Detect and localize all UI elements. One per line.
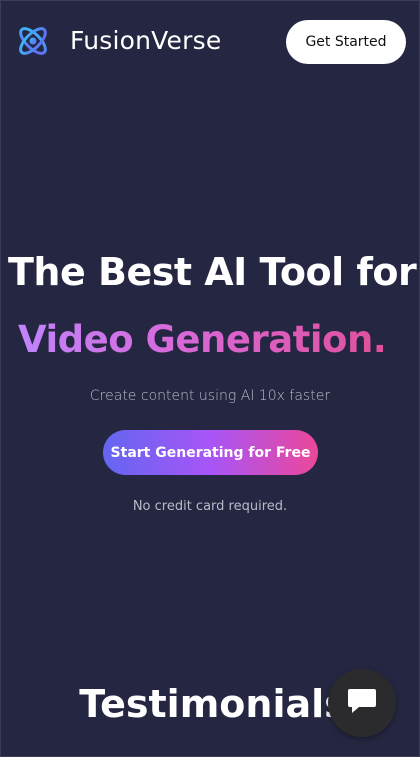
hero-subtitle: Create content using AI 10x faster — [89, 388, 331, 404]
site-header: FusionVerse Get Started — [0, 0, 420, 84]
chat-bubble-icon — [346, 686, 378, 721]
hero-title: The Best AI Tool for — [8, 250, 417, 294]
no-credit-card-note: No credit card required. — [132, 499, 288, 514]
start-generating-button[interactable]: Start Generating for Free — [103, 430, 318, 475]
get-started-button[interactable]: Get Started — [286, 20, 406, 64]
hero-title-highlight: Video Generation. — [18, 316, 387, 364]
brand-name[interactable]: FusionVerse — [70, 26, 221, 56]
atom-orbit-icon[interactable] — [14, 22, 52, 60]
page-border — [0, 0, 420, 757]
chat-launcher-button[interactable] — [328, 669, 396, 737]
